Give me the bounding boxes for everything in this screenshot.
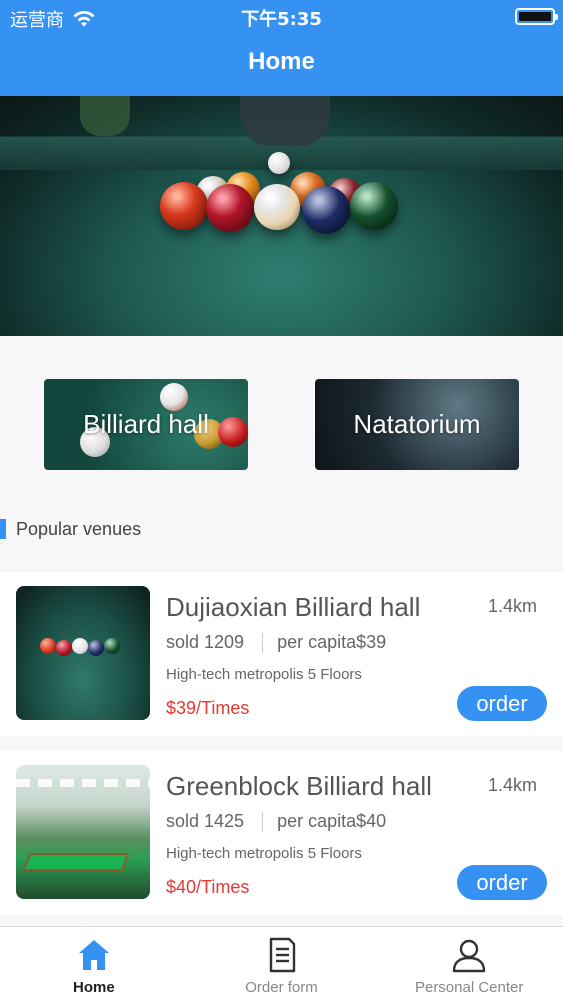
billiard-ball	[254, 184, 300, 230]
stats-divider	[262, 811, 264, 832]
venue-sold: sold 1209	[166, 632, 245, 652]
tab-home[interactable]: Home	[0, 927, 188, 1000]
stats-divider	[262, 632, 264, 653]
venue-distance: 1.4km	[487, 596, 537, 616]
venue-thumbnail[interactable]	[16, 586, 150, 720]
tab-label: Personal Center	[414, 979, 524, 996]
ball-decoration	[160, 383, 188, 411]
tab-order-form[interactable]: Order form	[188, 927, 376, 1000]
venue-price: $40/Times	[166, 877, 250, 897]
venue-thumbnail[interactable]	[16, 765, 150, 899]
venue-address: High-tech metropolis 5 Floors	[166, 666, 362, 683]
category-section: Billiard hall Natatorium	[0, 336, 563, 501]
order-button[interactable]: order	[457, 686, 547, 721]
home-icon	[78, 940, 109, 970]
venue-name: Dujiaoxian Billiard hall	[166, 592, 421, 622]
document-icon	[269, 937, 295, 973]
tab-bar: Home Order form Personal Center	[0, 926, 563, 1000]
player-figure	[240, 96, 330, 146]
tab-label: Order form	[245, 979, 318, 996]
person-icon	[452, 939, 486, 973]
venue-stats: sold 1425 per capita$40	[166, 811, 386, 832]
background-player	[80, 96, 130, 136]
category-natatorium[interactable]: Natatorium	[315, 379, 519, 470]
banner-image[interactable]	[0, 96, 563, 336]
ball-decoration	[218, 417, 248, 447]
venue-per-capita: per capita$39	[277, 632, 387, 652]
status-time: 下午5:35	[241, 9, 322, 30]
venue-distance: 1.4km	[487, 775, 537, 795]
billiard-ball	[350, 182, 398, 230]
venue-stats: sold 1209 per capita$39	[166, 632, 386, 653]
venue-sold: sold 1425	[166, 811, 245, 831]
battery-icon	[515, 8, 558, 25]
top-bar: 运营商 下午5:35 Home	[0, 0, 563, 96]
tab-label: Home	[72, 979, 115, 996]
venue-name: Greenblock Billiard hall	[166, 771, 432, 801]
category-label: Billiard hall	[83, 409, 209, 439]
category-billiard-hall[interactable]: Billiard hall	[44, 379, 248, 470]
billiard-ball	[302, 186, 350, 234]
status-bar: 运营商 下午5:35	[0, 0, 563, 32]
section-accent-bar	[0, 519, 6, 539]
venue-price: $39/Times	[166, 698, 250, 718]
section-title: Popular venues	[16, 518, 142, 539]
venue-address: High-tech metropolis 5 Floors	[166, 845, 362, 862]
billiard-ball	[160, 182, 208, 230]
venue-card[interactable]: Dujiaoxian Billiard hall 1.4km sold 1209…	[0, 572, 563, 736]
venue-per-capita: per capita$40	[277, 811, 387, 831]
cue-ball	[268, 152, 290, 174]
tab-personal-center[interactable]: Personal Center	[375, 927, 563, 1000]
order-button[interactable]: order	[457, 865, 547, 900]
page-title: Home	[248, 48, 315, 75]
category-label: Natatorium	[353, 409, 481, 439]
section-header: Popular venues	[0, 515, 141, 543]
venue-card[interactable]: Greenblock Billiard hall 1.4km sold 1425…	[0, 751, 563, 915]
billiard-ball	[206, 184, 254, 232]
